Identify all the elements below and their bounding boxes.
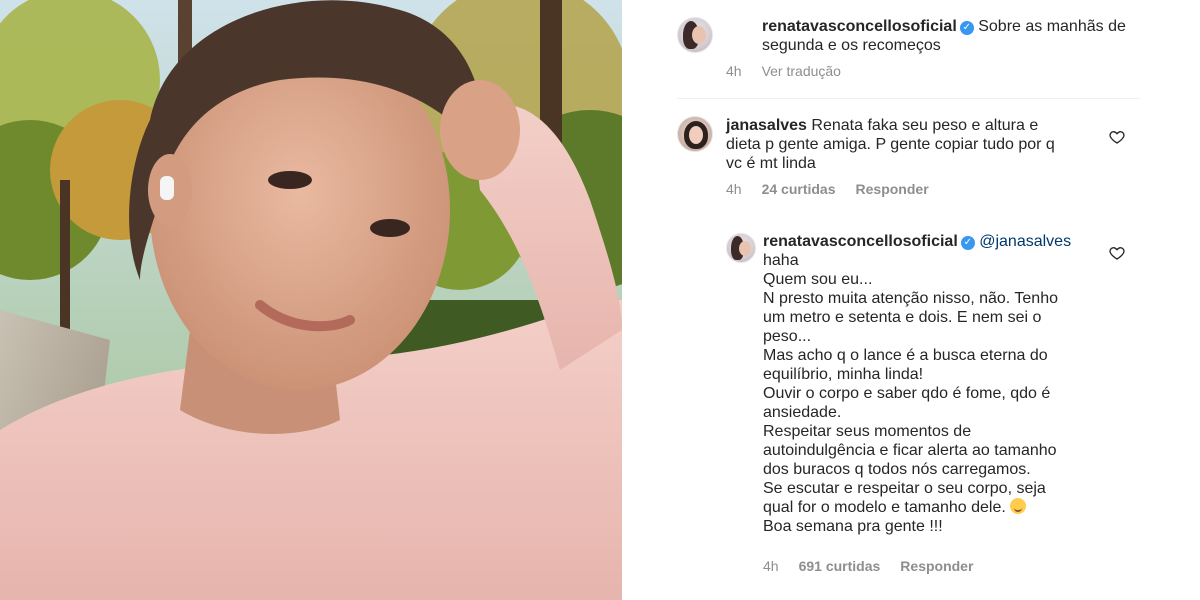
reply-line: ansiedade. — [763, 404, 842, 421]
reply-likes[interactable]: 691 curtidas — [799, 558, 881, 574]
comment-avatar[interactable] — [677, 116, 713, 152]
reply-line: peso... — [763, 328, 812, 345]
reply-line: Se escutar e respeitar o seu corpo, seja — [763, 480, 1046, 497]
reply-line: haha — [763, 252, 799, 269]
reply-line: Quem sou eu... — [763, 271, 873, 288]
reply-username[interactable]: renatavasconcellosoficial — [763, 233, 958, 250]
reply-line-with-emoji: qual for o modelo e tamanho dele. — [763, 498, 1123, 517]
comment-likes[interactable]: 24 curtidas — [762, 181, 836, 197]
reply-mention[interactable]: @janasalves — [979, 233, 1071, 250]
reply-meta: 4h 691 curtidas Responder — [763, 558, 973, 574]
reply-line: dos buracos q todos nós carregamos. — [763, 461, 1031, 478]
selfie-illustration — [0, 0, 622, 600]
comment-line-1: Renata faka seu peso e altura e — [811, 117, 1039, 134]
reply-line: autoindulgência e ficar alerta ao tamanh… — [763, 442, 1057, 459]
reply-line: N presto muita atenção nisso, não. Tenho — [763, 290, 1058, 307]
reply-line: Ouvir o corpo e saber qdo é fome, qdo é — [763, 385, 1051, 402]
reply-line: Respeitar seus momentos de — [763, 423, 972, 440]
comment-meta: 4h 24 curtidas Responder — [726, 181, 929, 197]
reply-line: qual for o modelo e tamanho dele. — [763, 499, 1006, 516]
caption-username[interactable]: renatavasconcellosoficial — [762, 18, 957, 35]
comment-time[interactable]: 4h — [726, 181, 742, 197]
reply-line: Boa semana pra gente !!! — [763, 518, 943, 535]
caption-line-1: Sobre as manhãs de — [978, 18, 1126, 35]
reply-line: Mas acho q o lance é a busca eterna do — [763, 347, 1048, 364]
verified-badge-icon: ✓ — [959, 21, 974, 35]
verified-badge-icon: ✓ — [960, 236, 975, 250]
caption-avatar[interactable] — [677, 17, 713, 53]
reply-line: equilíbrio, minha linda! — [763, 366, 924, 383]
reply-button[interactable]: Responder — [856, 181, 929, 197]
reply-time[interactable]: 4h — [763, 558, 779, 574]
reply-text: renatavasconcellosoficial ✓ @janasalves h… — [763, 232, 1123, 536]
reply-avatar[interactable] — [726, 233, 756, 263]
translate-link[interactable]: Ver tradução — [762, 63, 841, 79]
comment-line-3: vc é mt linda — [726, 155, 816, 172]
heart-outline-icon[interactable] — [1109, 245, 1125, 261]
reply-line: um metro e setenta e dois. E nem sei o — [763, 309, 1042, 326]
divider — [677, 98, 1140, 99]
heart-outline-icon[interactable] — [1109, 129, 1125, 145]
comments-panel: renatavasconcellosoficial ✓ Sobre as manh… — [622, 0, 1200, 600]
comment-text: janasalves Renata faka seu peso e altura… — [726, 116, 1086, 173]
comment-line-2: dieta p gente amiga. P gente copiar tudo… — [726, 136, 1055, 153]
relieved-smile-icon — [1010, 498, 1027, 514]
caption-line-2: segunda e os recomeços — [762, 37, 941, 54]
reply-button[interactable]: Responder — [900, 558, 973, 574]
caption-time[interactable]: 4h — [726, 63, 742, 79]
caption-meta: 4h Ver tradução — [726, 63, 841, 79]
caption-text: renatavasconcellosoficial ✓ Sobre as manh… — [762, 17, 1142, 55]
comment-username[interactable]: janasalves — [726, 117, 807, 134]
post-photo — [0, 0, 622, 600]
